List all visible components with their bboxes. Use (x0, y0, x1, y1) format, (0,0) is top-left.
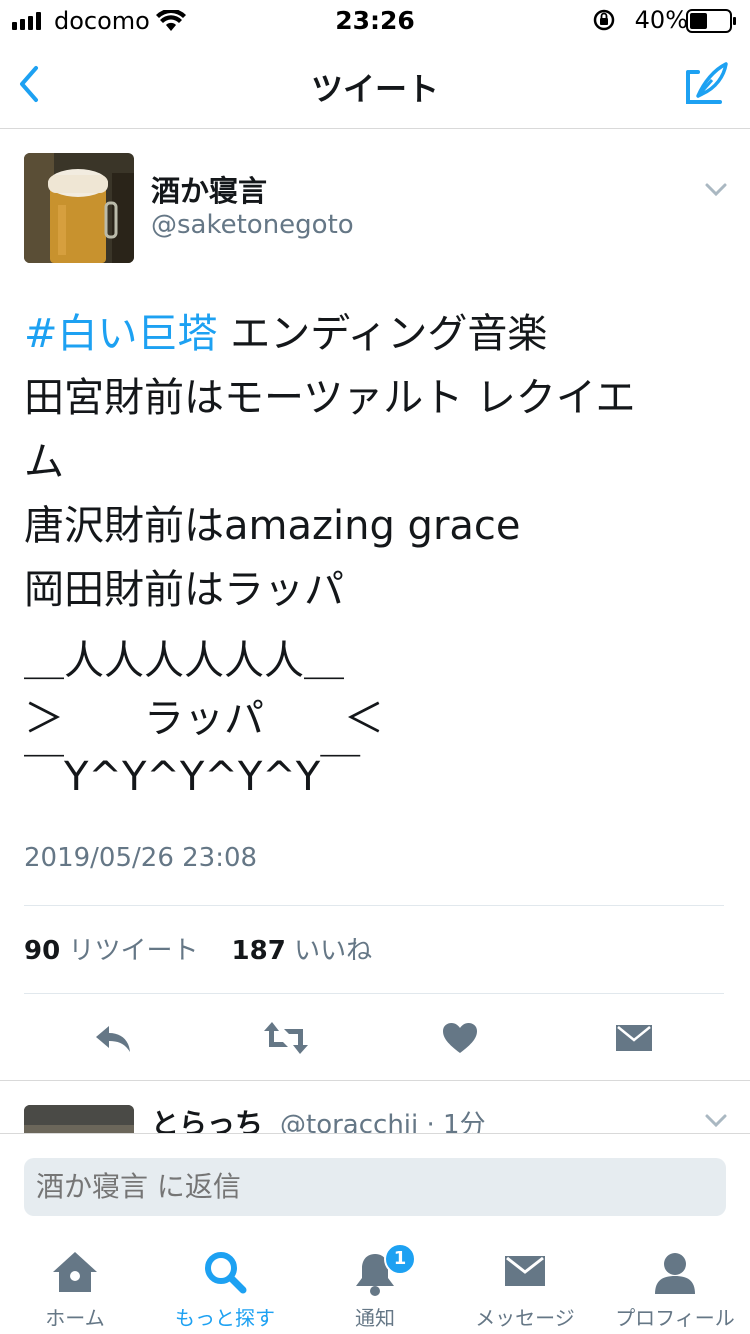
tab-home[interactable]: ホーム (0, 1238, 150, 1334)
reply-icon (96, 1026, 130, 1052)
divider (24, 905, 724, 906)
battery-icon (686, 9, 736, 33)
home-icon (53, 1252, 97, 1292)
tab-bar: ホーム もっと探す 通知 メッセージ プロフィール (0, 1238, 750, 1334)
page-title: ツイート (310, 70, 439, 108)
tweet-line: ム (24, 439, 64, 485)
divider (0, 1080, 750, 1081)
beer-photo-icon (24, 153, 134, 263)
retweet-count: 90 (24, 936, 61, 966)
navigation-bar: ツイート (0, 40, 750, 129)
share-dm-button[interactable] (604, 1010, 664, 1066)
like-label: いいね (294, 936, 373, 966)
tab-explore[interactable]: もっと探す (150, 1238, 300, 1334)
heart-icon (443, 1023, 477, 1053)
tweet-actions (0, 1010, 750, 1066)
engagement-stats: 90 リツイート 187 いいね (24, 930, 372, 967)
author-handle[interactable]: @saketonegoto (151, 210, 354, 240)
tweet-line: エンディング音楽 (217, 311, 548, 357)
like-button[interactable] (430, 1010, 490, 1066)
avatar-photo-icon (24, 1105, 134, 1135)
author-display-name[interactable]: 酒か寝言 (151, 168, 267, 210)
tab-notifications[interactable]: 通知 (300, 1238, 450, 1334)
ascii-art-line: ＞ ラッパ ＜ (24, 696, 384, 742)
retweet-label: リツイート (68, 936, 199, 966)
tab-label: ホーム (45, 1306, 105, 1330)
compose-tweet-icon[interactable] (684, 60, 730, 106)
hashtag-link[interactable]: #白い巨塔 (24, 311, 218, 357)
ascii-art-line: ＿人人人人人人＿ (24, 638, 344, 684)
person-icon (655, 1253, 695, 1294)
like-stat[interactable]: 187 いいね (232, 936, 373, 966)
tweet-line: 田宮財前はモーツァルト レクイエ (24, 375, 636, 421)
retweet-button[interactable] (256, 1010, 316, 1066)
tweet-text: #白い巨塔 エンディング音楽 田宮財前はモーツァルト レクイエ ム 唐沢財前はa… (24, 302, 724, 622)
rotation-lock-icon (593, 9, 615, 31)
reply-button[interactable] (83, 1010, 143, 1066)
tweet-timestamp: 2019/05/26 23:08 (24, 843, 258, 873)
chevron-down-icon[interactable] (704, 182, 728, 198)
author-avatar[interactable] (24, 153, 134, 263)
status-bar: docomo 23:26 40% (0, 0, 750, 40)
tab-messages[interactable]: メッセージ (450, 1238, 600, 1334)
divider (24, 993, 724, 994)
envelope-icon (616, 1025, 652, 1051)
tweet-line: 唐沢財前はamazing grace (24, 503, 521, 549)
ascii-art-block: ＿人人人人人人＿ ＞ ラッパ ＜ ￣Y^Y^Y^Y^Y￣ (24, 632, 724, 806)
battery-percentage: 40% (634, 6, 688, 34)
reply-author-avatar[interactable] (24, 1105, 134, 1135)
reply-input[interactable] (24, 1158, 726, 1216)
ascii-art-line: ￣Y^Y^Y^Y^Y￣ (24, 754, 361, 800)
tab-profile[interactable]: プロフィール (600, 1238, 750, 1334)
tab-label: プロフィール (615, 1306, 735, 1330)
chevron-down-icon[interactable] (704, 1113, 728, 1129)
tab-label: もっと探す (175, 1306, 275, 1330)
retweet-icon (264, 1022, 308, 1054)
like-count: 187 (231, 936, 286, 966)
tweet-line: 岡田財前はラッパ (24, 567, 344, 613)
search-icon (205, 1252, 247, 1294)
retweet-stat[interactable]: 90 リツイート (24, 936, 198, 966)
envelope-icon (505, 1256, 545, 1286)
tab-label: メッセージ (475, 1306, 575, 1330)
tab-label: 通知 (355, 1306, 395, 1330)
notification-badge: 1 (384, 1243, 416, 1275)
